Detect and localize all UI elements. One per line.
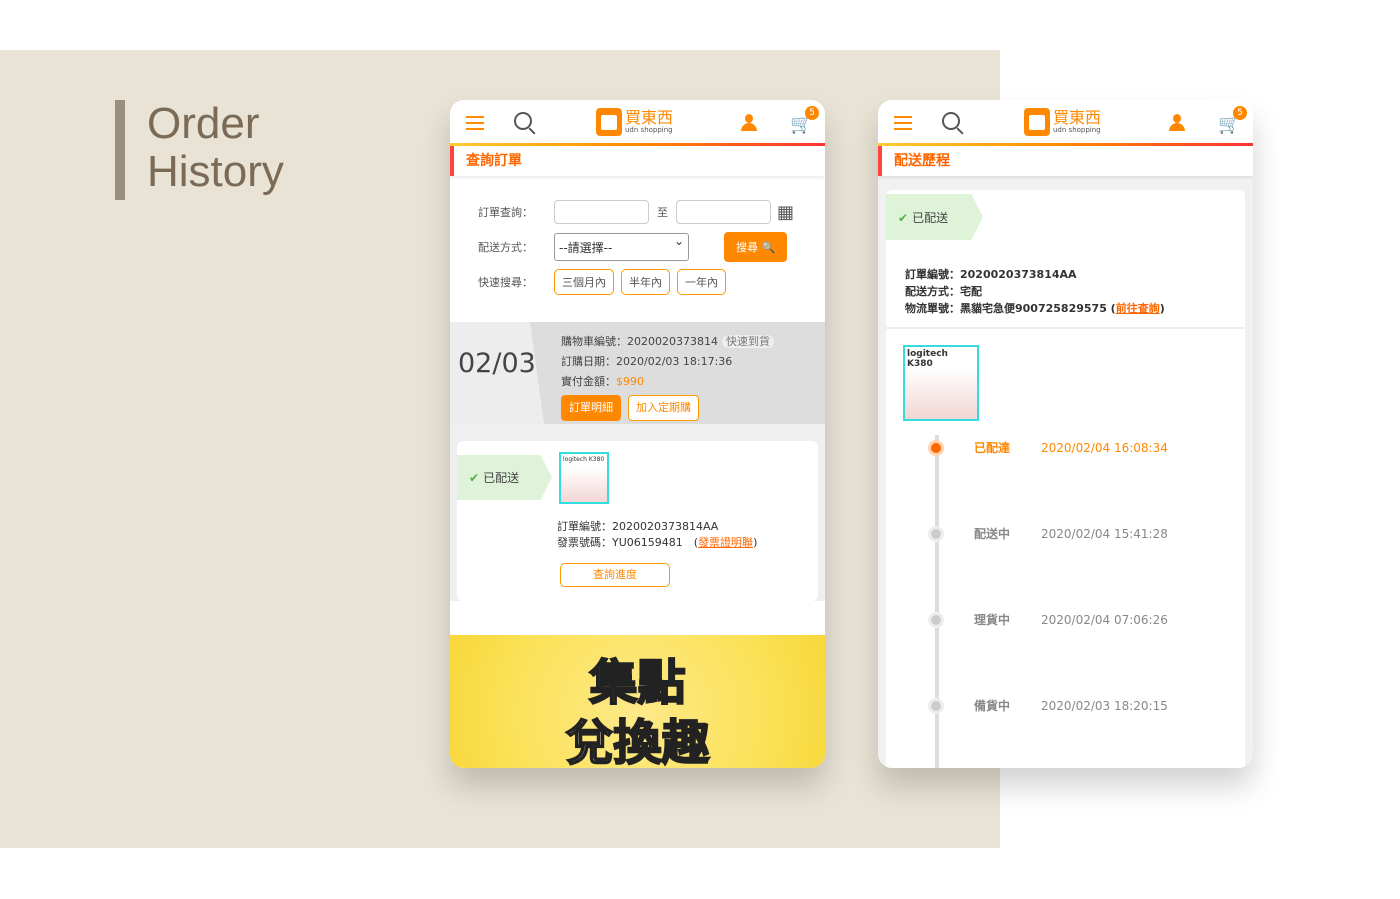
status-badge: ✔ 已配送 <box>457 455 552 500</box>
order-date-big: 02/03 <box>458 348 536 379</box>
app-header: 買東西 udn shopping 🛒 5 <box>450 100 825 146</box>
delivery-history-screen: 買東西 udn shopping 🛒 5 配送歷程 ✔ 已配送 訂單編號：20200… <box>878 100 1253 768</box>
promo-banner[interactable]: 集點 兌換趣 <box>450 635 825 768</box>
step-status: 已配達 <box>974 441 1011 455</box>
history-card: ✔ 已配送 訂單編號：2020020373814AA 配送方式：宅配 物流單號：黑… <box>886 190 1245 768</box>
step-time: 2020/02/04 16:08:34 <box>1041 440 1168 455</box>
product-image[interactable]: logitech K380 <box>903 345 979 421</box>
timeline-step: 已配達 2020/02/04 16:08:34 <box>928 439 1168 456</box>
timeline-dot <box>928 611 944 628</box>
status-text: 已配送 <box>912 211 949 225</box>
order-number: 訂單編號：2020020373814AA <box>557 520 719 533</box>
step-status: 理貨中 <box>974 613 1011 627</box>
logo[interactable]: 買東西 udn shopping <box>1024 108 1101 136</box>
fast-delivery-tag: 快速到貨 <box>721 335 774 348</box>
cart-number: 購物車編號：2020020373814 <box>561 335 718 348</box>
timeline-step: 備貨中 2020/02/03 18:20:15 <box>928 697 1168 714</box>
bag-icon <box>1024 108 1050 136</box>
shipment-card: ✔ 已配送 logitech K380 訂單編號：2020020373814AA … <box>457 441 818 601</box>
search-button[interactable]: 搜尋 🔍 <box>724 232 788 262</box>
brand-name: 買東西 <box>1053 108 1102 127</box>
app-header: 買東西 udn shopping 🛒 5 <box>878 100 1253 146</box>
status-text: 已配送 <box>483 471 520 485</box>
step-time: 2020/02/03 18:20:15 <box>1041 698 1168 713</box>
brand-sub: udn shopping <box>625 126 673 134</box>
menu-icon[interactable] <box>466 116 484 134</box>
ship-method-label: 配送方式： <box>478 241 533 254</box>
invoice-paren: ) <box>753 536 758 549</box>
timeline-step: 理貨中 2020/02/04 07:06:26 <box>928 611 1168 628</box>
banner-line-2: 兌換趣 <box>564 714 710 768</box>
logo[interactable]: 買東西 udn shopping <box>596 108 673 136</box>
invoice-number: 發票號碼：YU06159481 ( <box>557 536 699 549</box>
calendar-icon[interactable]: ▦ <box>777 202 794 223</box>
order-query-screen: 買東西 udn shopping 🛒 5 查詢訂單 訂單查詢： 至 ▦ 配送方式： --… <box>450 100 825 768</box>
user-icon[interactable] <box>1168 114 1186 132</box>
invoice-link[interactable]: 發票證明聯 <box>698 536 753 549</box>
order-detail-button[interactable]: 訂單明細 <box>561 395 621 421</box>
track-progress-button[interactable]: 查詢進度 <box>560 563 670 587</box>
heading-line-2: History <box>147 147 284 196</box>
page-title: 查詢訂單 <box>450 146 825 176</box>
to-label: 至 <box>657 206 668 219</box>
page-heading: Order History <box>115 100 284 200</box>
brand-sub: udn shopping <box>1053 126 1101 134</box>
timeline-step: 配送中 2020/02/04 15:41:28 <box>928 525 1168 542</box>
order-summary: 02/03 購物車編號：2020020373814 快速到貨 訂購日期：2020/… <box>450 322 825 424</box>
tracking-paren: ) <box>1159 302 1165 315</box>
paid-amount: $990 <box>616 375 644 388</box>
user-icon[interactable] <box>740 114 758 132</box>
bag-icon <box>596 108 622 136</box>
quick-half-year[interactable]: 半年內 <box>621 269 670 295</box>
step-time: 2020/02/04 15:41:28 <box>1041 526 1168 541</box>
tracking-link[interactable]: 前往查詢 <box>1116 302 1160 315</box>
status-badge: ✔ 已配送 <box>886 194 983 240</box>
quick-3-months[interactable]: 三個月內 <box>554 269 614 295</box>
timeline-dot <box>928 697 944 714</box>
timeline-line <box>935 435 939 768</box>
step-status: 配送中 <box>974 527 1011 541</box>
tracking-number: 物流單號：黑貓宅急便900725829575 ( <box>905 302 1116 315</box>
timeline-dot <box>928 525 944 542</box>
order-query-label: 訂單查詢： <box>478 206 533 219</box>
timeline-dot <box>928 439 944 456</box>
step-status: 備貨中 <box>974 699 1011 713</box>
ship-method-select[interactable]: --請選擇-- <box>554 233 689 261</box>
order-number: 訂單編號：2020020373814AA <box>905 268 1077 281</box>
check-icon: ✔ <box>469 471 480 485</box>
heading-line-1: Order <box>147 99 260 148</box>
ship-method: 配送方式：宅配 <box>905 285 982 298</box>
quick-one-year[interactable]: 一年內 <box>677 269 726 295</box>
date-to-input[interactable] <box>676 200 771 224</box>
divider <box>886 327 1245 329</box>
quick-search-label: 快速搜尋： <box>478 276 533 289</box>
product-image[interactable]: logitech K380 <box>559 452 609 504</box>
paid-label: 實付金額： <box>561 375 616 388</box>
step-time: 2020/02/04 07:06:26 <box>1041 612 1168 627</box>
page-title: 配送歷程 <box>878 146 1253 176</box>
date-from-input[interactable] <box>554 200 649 224</box>
cart-badge: 5 <box>805 106 819 120</box>
query-form: 訂單查詢： 至 ▦ 配送方式： --請選擇-- 搜尋 🔍 快速搜尋： 三個月內半年內一年… <box>450 176 825 322</box>
order-datetime: 訂購日期：2020/02/03 18:17:36 <box>561 355 733 368</box>
search-icon[interactable] <box>942 112 960 130</box>
brand-name: 買東西 <box>625 108 674 127</box>
menu-icon[interactable] <box>894 116 912 134</box>
subscribe-button[interactable]: 加入定期購 <box>628 395 699 421</box>
cart-badge: 5 <box>1233 106 1247 120</box>
search-icon[interactable] <box>514 112 532 130</box>
check-icon: ✔ <box>898 211 909 225</box>
